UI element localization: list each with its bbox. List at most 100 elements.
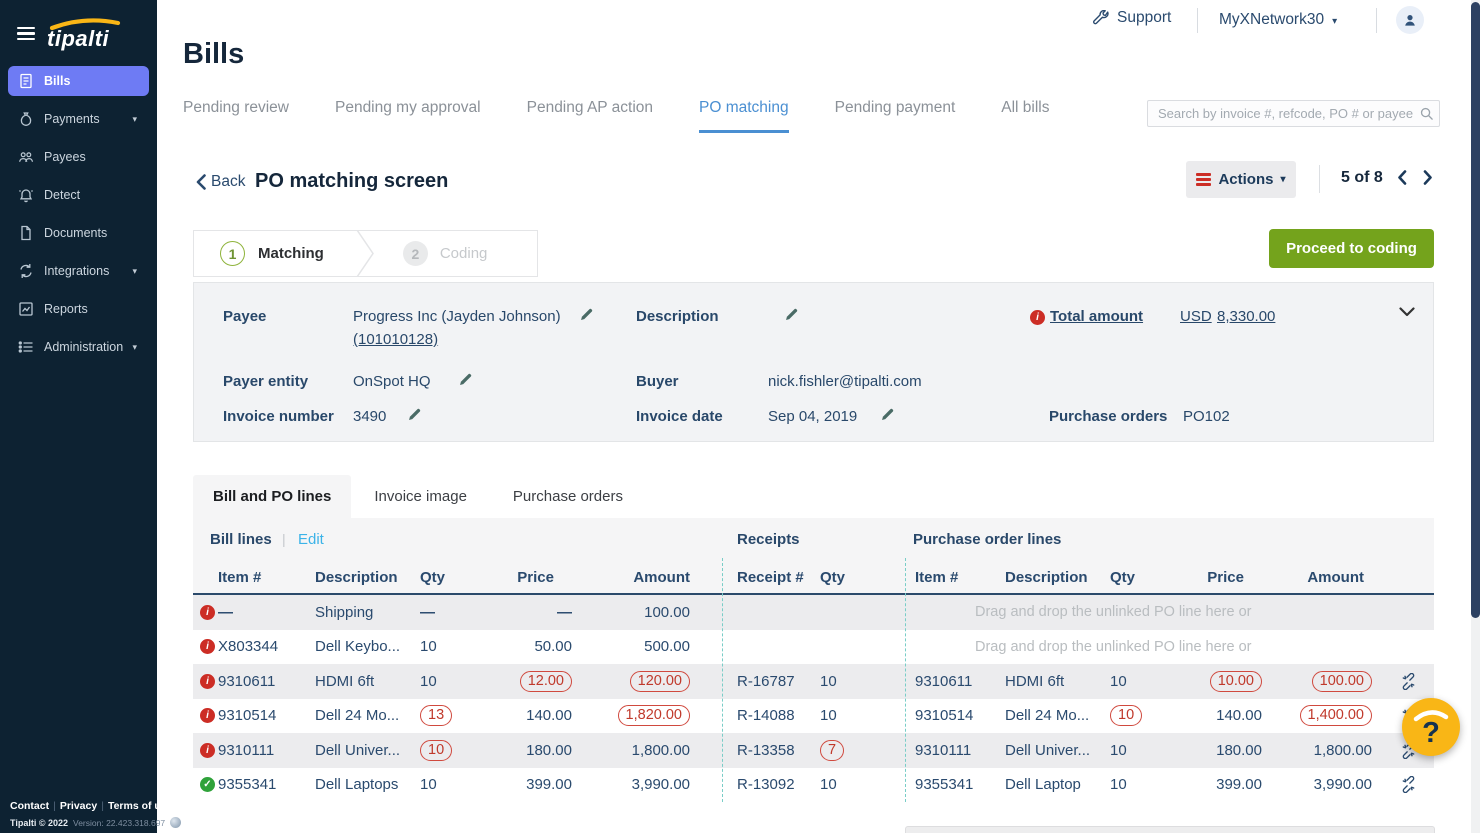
- actions-button[interactable]: Actions ▾: [1186, 161, 1296, 198]
- unlink-icon[interactable]: [1382, 776, 1434, 793]
- mismatch-flag: 13: [420, 705, 452, 726]
- bill-details-panel: Payee Progress Inc (Jayden Johnson) (101…: [193, 282, 1434, 442]
- bill-item-number: —: [218, 604, 315, 621]
- description-label: Description: [636, 308, 719, 325]
- po-drop-target[interactable]: Drag and drop the unlinked PO line here …: [915, 630, 1434, 665]
- tab-pending-payment[interactable]: Pending payment: [835, 99, 956, 133]
- table-row: i9310514Dell 24 Mo...13140.001,820.00R-1…: [193, 699, 1434, 734]
- sidebar-item-reports[interactable]: Reports: [8, 294, 149, 324]
- step-separator: [356, 230, 375, 277]
- table-row: ✓9355341Dell Laptops10399.003,990.00R-13…: [193, 768, 1434, 803]
- sidebar-menu: Bills Payments ▾ Payees Detect Documents: [0, 64, 157, 364]
- bill-price: 50.00: [496, 638, 578, 655]
- back-button[interactable]: Back: [196, 173, 245, 191]
- section-divider: [905, 558, 906, 802]
- matched-icon[interactable]: ✓: [200, 777, 215, 792]
- total-amount-value[interactable]: 8,330.00: [1217, 308, 1275, 325]
- step-number: 2: [403, 241, 428, 266]
- col-amount: Amount: [578, 569, 722, 586]
- total-currency[interactable]: USD: [1180, 308, 1212, 325]
- po-drop-target[interactable]: Drag and drop the unlinked PO line here …: [915, 595, 1434, 630]
- error-info-icon[interactable]: i: [200, 639, 215, 654]
- total-amount-label[interactable]: Total amount: [1050, 308, 1143, 325]
- tab-pending-my-approval[interactable]: Pending my approval: [335, 99, 481, 133]
- scrollbar[interactable]: [1471, 0, 1480, 833]
- scrollbar-thumb[interactable]: [1471, 2, 1480, 618]
- sidebar-item-payees[interactable]: Payees: [8, 142, 149, 172]
- po-amount: 1,800.00: [1266, 742, 1382, 759]
- proceed-to-coding-button[interactable]: Proceed to coding: [1269, 229, 1434, 268]
- sidebar-item-documents[interactable]: Documents: [8, 218, 149, 248]
- help-button[interactable]: ?: [1402, 698, 1460, 756]
- bill-qty: 10: [420, 776, 496, 793]
- bill-amount: 500.00: [578, 638, 722, 655]
- invoice-date-value: Sep 04, 2019: [768, 408, 857, 425]
- receipt-qty: 7: [820, 740, 905, 761]
- bill-description: HDMI 6ft: [315, 673, 420, 690]
- detect-icon: [18, 187, 35, 204]
- edit-payee-icon[interactable]: [579, 307, 594, 322]
- bill-amount: 120.00: [578, 671, 722, 692]
- error-info-icon[interactable]: i: [200, 674, 215, 689]
- po-price: 399.00: [1193, 776, 1266, 793]
- error-info-icon[interactable]: i: [200, 605, 215, 620]
- tipalti-logo[interactable]: tipalti: [44, 12, 124, 54]
- edit-bill-lines-link[interactable]: Edit: [298, 531, 324, 548]
- documents-icon: [18, 225, 35, 242]
- sidebar-item-integrations[interactable]: Integrations ▾: [8, 256, 149, 286]
- bill-price: 12.00: [496, 671, 578, 692]
- payments-icon: [18, 111, 35, 128]
- col-po-item: Item #: [915, 569, 1005, 586]
- sidebar-item-payments[interactable]: Payments ▾: [8, 104, 149, 134]
- avatar[interactable]: [1396, 6, 1424, 34]
- error-info-icon[interactable]: i: [200, 708, 215, 723]
- invoice-date-label: Invoice date: [636, 408, 723, 425]
- menu-icon[interactable]: [17, 27, 35, 41]
- mismatch-flag: 12.00: [520, 671, 572, 692]
- account-menu[interactable]: MyXNetwork30▾: [1219, 11, 1337, 29]
- tab-all-bills[interactable]: All bills: [1001, 99, 1049, 133]
- mismatch-flag: 1,400.00: [1300, 705, 1372, 726]
- toolbar-divider: [1319, 165, 1320, 193]
- collapse-panel-icon[interactable]: [1399, 307, 1415, 317]
- tab-pending-review[interactable]: Pending review: [183, 99, 289, 133]
- col-description: Description: [315, 569, 420, 586]
- po-qty: 10: [1110, 705, 1193, 726]
- receipt-qty: 10: [820, 776, 905, 793]
- bill-qty: 10: [420, 740, 496, 761]
- terms-link[interactable]: Terms of use: [108, 800, 173, 812]
- po-price: 180.00: [1193, 742, 1266, 759]
- next-bill-button[interactable]: [1423, 170, 1433, 185]
- po-amount: 1,400.00: [1266, 705, 1382, 726]
- edit-payer-entity-icon[interactable]: [458, 372, 473, 387]
- error-info-icon[interactable]: i: [200, 743, 215, 758]
- matching-tab-bar: Bill and PO lines Invoice image Purchase…: [193, 475, 1434, 518]
- total-amount-info-icon[interactable]: i: [1030, 310, 1045, 325]
- tab-pending-ap-action[interactable]: Pending AP action: [527, 99, 653, 133]
- sidebar-item-bills[interactable]: Bills: [8, 66, 149, 96]
- payee-id-link[interactable]: (101010128): [353, 331, 438, 348]
- tab-purchase-orders[interactable]: Purchase orders: [490, 475, 646, 518]
- edit-invoice-date-icon[interactable]: [880, 407, 895, 422]
- contact-link[interactable]: Contact: [10, 800, 49, 812]
- tab-invoice-image[interactable]: Invoice image: [351, 475, 490, 518]
- bills-icon: [18, 73, 35, 90]
- unlink-icon[interactable]: [1382, 673, 1434, 690]
- privacy-link[interactable]: Privacy: [60, 800, 97, 812]
- table-rows: i—Shipping——100.00Drag and drop the unli…: [193, 595, 1434, 802]
- edit-invoice-number-icon[interactable]: [407, 407, 422, 422]
- search-input[interactable]: [1147, 100, 1440, 127]
- tab-po-matching[interactable]: PO matching: [699, 99, 789, 133]
- bill-amount: 1,800.00: [578, 742, 722, 759]
- bill-item-number: 9310111: [218, 742, 315, 759]
- payees-icon: [18, 149, 35, 166]
- support-button[interactable]: Support: [1093, 9, 1171, 27]
- sidebar-item-administration[interactable]: Administration ▾: [8, 332, 149, 362]
- sidebar-item-detect[interactable]: Detect: [8, 180, 149, 210]
- edit-description-icon[interactable]: [784, 307, 799, 322]
- app-window: tipalti Bills Payments ▾ Payees Detect: [0, 0, 1480, 833]
- prev-bill-button[interactable]: [1397, 170, 1407, 185]
- bill-item-number: 9355341: [218, 776, 315, 793]
- tab-bill-and-po-lines[interactable]: Bill and PO lines: [193, 475, 351, 518]
- language-globe-icon[interactable]: [170, 817, 181, 828]
